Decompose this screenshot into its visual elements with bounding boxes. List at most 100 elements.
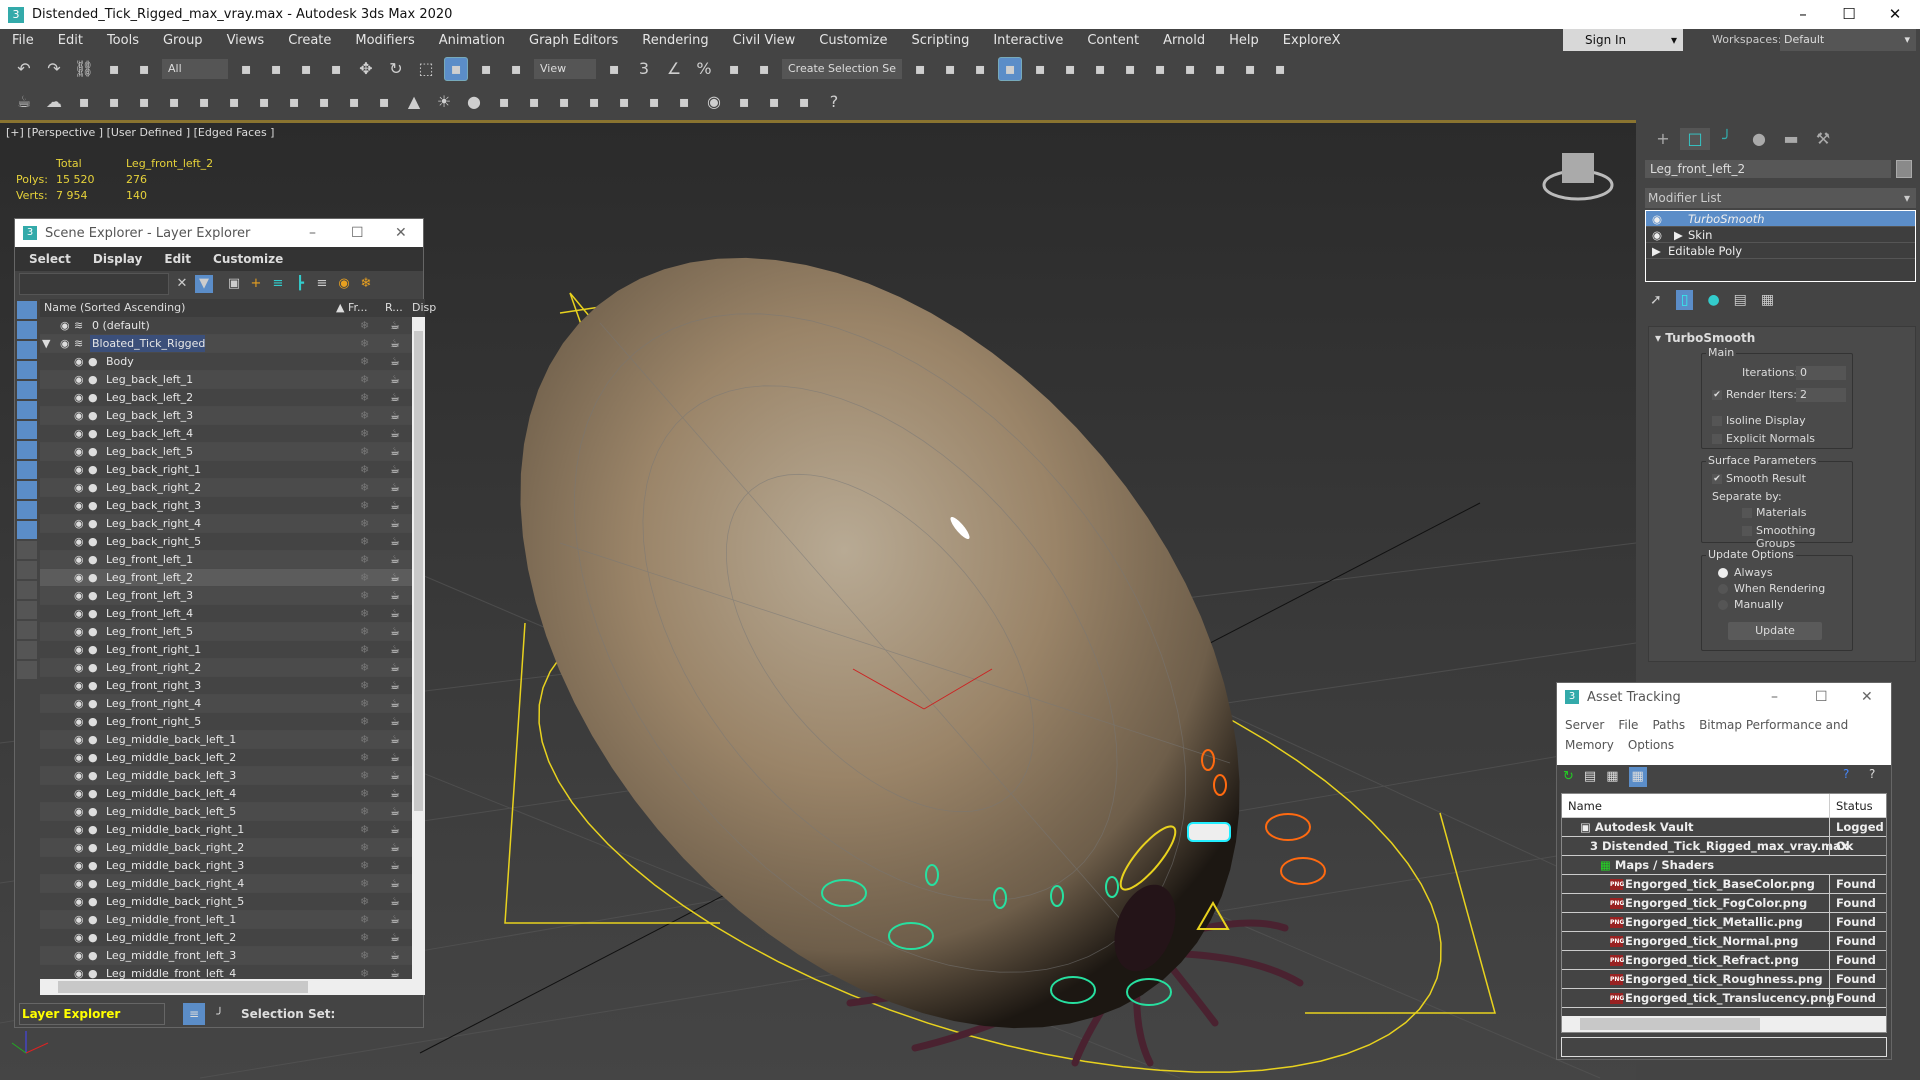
render-iters-spinner[interactable]: 2 — [1796, 388, 1846, 402]
eye-icon[interactable]: ◉ — [1652, 227, 1662, 243]
cone-icon[interactable]: ▲ — [402, 90, 426, 114]
modifier-list-dropdown[interactable]: Modifier List ▾ — [1645, 188, 1916, 208]
asset-row[interactable]: 3 Distended_Tick_Rigged_max_vray.max Ok — [1562, 837, 1886, 856]
renderable-teapot-icon[interactable]: ☕ — [390, 515, 400, 532]
light-icon[interactable]: ▪ — [162, 90, 186, 114]
sphere-light-icon[interactable]: ▪ — [342, 90, 366, 114]
render-frame-icon[interactable]: ▪ — [72, 90, 96, 114]
name-column-header[interactable]: Name — [1568, 794, 1602, 818]
unlink-icon[interactable]: ▪ — [102, 57, 126, 81]
tree-row[interactable]: ◉ ● Leg_front_right_2 ❄ ☕ — [40, 659, 412, 677]
renderable-teapot-icon[interactable]: ☕ — [390, 389, 400, 406]
hierarchy-tab[interactable]: ╯ — [1712, 128, 1742, 150]
visibility-eye-icon[interactable]: ◉ — [74, 857, 84, 874]
freeze-toggle-icon[interactable]: ❄ — [360, 461, 369, 478]
visibility-eye-icon[interactable]: ◉ — [74, 713, 84, 730]
reference-coordinate-dropdown[interactable]: View — [534, 58, 596, 79]
filter-collapse-icon[interactable] — [17, 661, 37, 679]
redo-icon[interactable]: ↷ — [42, 57, 66, 81]
freeze-toggle-icon[interactable]: ❄ — [360, 353, 369, 370]
asset-row[interactable]: ▣ Autodesk Vault Logged O — [1562, 818, 1886, 837]
menu-rendering[interactable]: Rendering — [630, 33, 720, 48]
tree-row[interactable]: ◉ ● Leg_middle_back_left_5 ❄ ☕ — [40, 803, 412, 821]
tree-row[interactable]: ◉ ● Leg_back_left_5 ❄ ☕ — [40, 443, 412, 461]
renderable-teapot-icon[interactable]: ☕ — [390, 605, 400, 622]
filter-frozen-icon[interactable] — [17, 521, 37, 539]
status-column-header[interactable]: Status — [1829, 794, 1886, 818]
list-icon[interactable]: ▪ — [102, 90, 126, 114]
renderable-teapot-icon[interactable]: ☕ — [390, 569, 400, 586]
rollout-title[interactable]: ▾ TurboSmooth — [1655, 331, 1755, 345]
cloud-icon[interactable]: ☁ — [42, 90, 66, 114]
isoline-display-checkbox[interactable] — [1712, 416, 1722, 426]
visibility-eye-icon[interactable]: ◉ — [74, 515, 84, 532]
undo-icon[interactable]: ↶ — [12, 57, 36, 81]
renderable-teapot-icon[interactable]: ☕ — [390, 587, 400, 604]
visibility-eye-icon[interactable]: ◉ — [74, 497, 84, 514]
bind-spacewarp-icon[interactable]: ▪ — [132, 57, 156, 81]
maximize-button[interactable]: ☐ — [1826, 0, 1872, 29]
freeze-toggle-icon[interactable]: ❄ — [360, 569, 369, 586]
freeze-toggle-icon[interactable]: ❄ — [360, 407, 369, 424]
help-icon[interactable]: ? — [1869, 767, 1875, 781]
asset-row[interactable]: PNGEngorged_tick_Normal.png Found — [1562, 932, 1886, 951]
spinner-snap-icon[interactable]: ▪ — [722, 57, 746, 81]
visibility-eye-icon[interactable]: ◉ — [74, 461, 84, 478]
angle-snap-icon[interactable]: ∠ — [662, 57, 686, 81]
asset-path-field[interactable] — [1561, 1037, 1887, 1057]
percent-snap-icon[interactable]: % — [692, 57, 716, 81]
menu-scripting[interactable]: Scripting — [900, 33, 982, 48]
freeze-toggle-icon[interactable]: ❄ — [360, 587, 369, 604]
tree-row[interactable]: ◉ ● Leg_front_right_4 ❄ ☕ — [40, 695, 412, 713]
export-icon[interactable]: ▪ — [792, 90, 816, 114]
menu-customize[interactable]: Customize — [807, 33, 899, 48]
tree-row[interactable]: ◉ ● Leg_back_right_1 ❄ ☕ — [40, 461, 412, 479]
visibility-eye-icon[interactable]: ◉ — [74, 587, 84, 604]
render-iters-checkbox[interactable]: ✔ — [1712, 390, 1722, 400]
window-crossing-icon[interactable]: ▪ — [324, 57, 348, 81]
maximize-button[interactable]: ☐ — [1815, 683, 1828, 711]
freeze-toggle-icon[interactable]: ❄ — [360, 731, 369, 748]
freeze-toggle-icon[interactable]: ❄ — [360, 803, 369, 820]
teapot-icon[interactable]: ☕ — [12, 90, 36, 114]
freeze-toggle-icon[interactable]: ❄ — [360, 371, 369, 388]
clear-search-icon[interactable]: ✕ — [173, 275, 191, 293]
asset-row[interactable]: PNGEngorged_tick_Translucency.png Found — [1562, 989, 1886, 1008]
keyboard-shortcut-icon[interactable]: ▪ — [602, 57, 626, 81]
edit-named-sets-icon[interactable]: ▪ — [752, 57, 776, 81]
visibility-eye-icon[interactable]: ◉ — [74, 659, 84, 676]
renderable-teapot-icon[interactable]: ☕ — [390, 425, 400, 442]
frozen-column-header[interactable]: Fr... — [348, 299, 368, 317]
panel-icon[interactable]: ▪ — [132, 90, 156, 114]
menu-bitmap-performance-and-memory[interactable]: Bitmap Performance and Memory — [1565, 718, 1848, 752]
snap-icon[interactable]: 3 — [632, 57, 656, 81]
renderable-teapot-icon[interactable]: ☕ — [390, 785, 400, 802]
filter-bones-icon[interactable] — [17, 461, 37, 479]
filter-spacewarps-icon[interactable] — [17, 401, 37, 419]
menu-explorex[interactable]: ExploreX — [1271, 33, 1353, 48]
link-icon[interactable]: ⛓ — [72, 57, 96, 81]
menu-civil-view[interactable]: Civil View — [721, 33, 808, 48]
freeze-toggle-icon[interactable]: ❄ — [360, 929, 369, 946]
visibility-eye-icon[interactable]: ◉ — [74, 605, 84, 622]
tree-row[interactable]: ◉ ● Leg_middle_back_right_1 ❄ ☕ — [40, 821, 412, 839]
freeze-toggle-icon[interactable]: ❄ — [360, 947, 369, 964]
scene-explorer-icon[interactable]: ▪ — [968, 57, 992, 81]
tree-row[interactable]: ◉ ● Leg_middle_back_left_3 ❄ ☕ — [40, 767, 412, 785]
freeze-layer-icon[interactable]: ❄ — [357, 275, 375, 293]
make-unique-icon[interactable]: ● — [1707, 290, 1719, 310]
scale-icon[interactable]: ⬚ — [414, 57, 438, 81]
filter-hidden-icon[interactable] — [17, 541, 37, 559]
visibility-eye-icon[interactable]: ◉ — [74, 731, 84, 748]
table-view-icon[interactable]: ▦ — [1628, 767, 1647, 787]
tree-row[interactable]: ◉ ● Leg_middle_back_right_2 ❄ ☕ — [40, 839, 412, 857]
explicit-normals-checkbox[interactable] — [1712, 434, 1722, 444]
tree-row[interactable]: ◉ ● Leg_back_right_3 ❄ ☕ — [40, 497, 412, 515]
pin-stack-icon[interactable]: ➚ — [1650, 290, 1662, 310]
view-cube[interactable] — [1542, 153, 1614, 201]
renderable-teapot-icon[interactable]: ☕ — [390, 533, 400, 550]
pivot-icon[interactable]: ▪ — [474, 57, 498, 81]
stack-item-editable-poly[interactable]: ▶ Editable Poly — [1646, 243, 1915, 259]
visibility-eye-icon[interactable]: ◉ — [74, 407, 84, 424]
mirror-icon[interactable]: ▪ — [908, 57, 932, 81]
